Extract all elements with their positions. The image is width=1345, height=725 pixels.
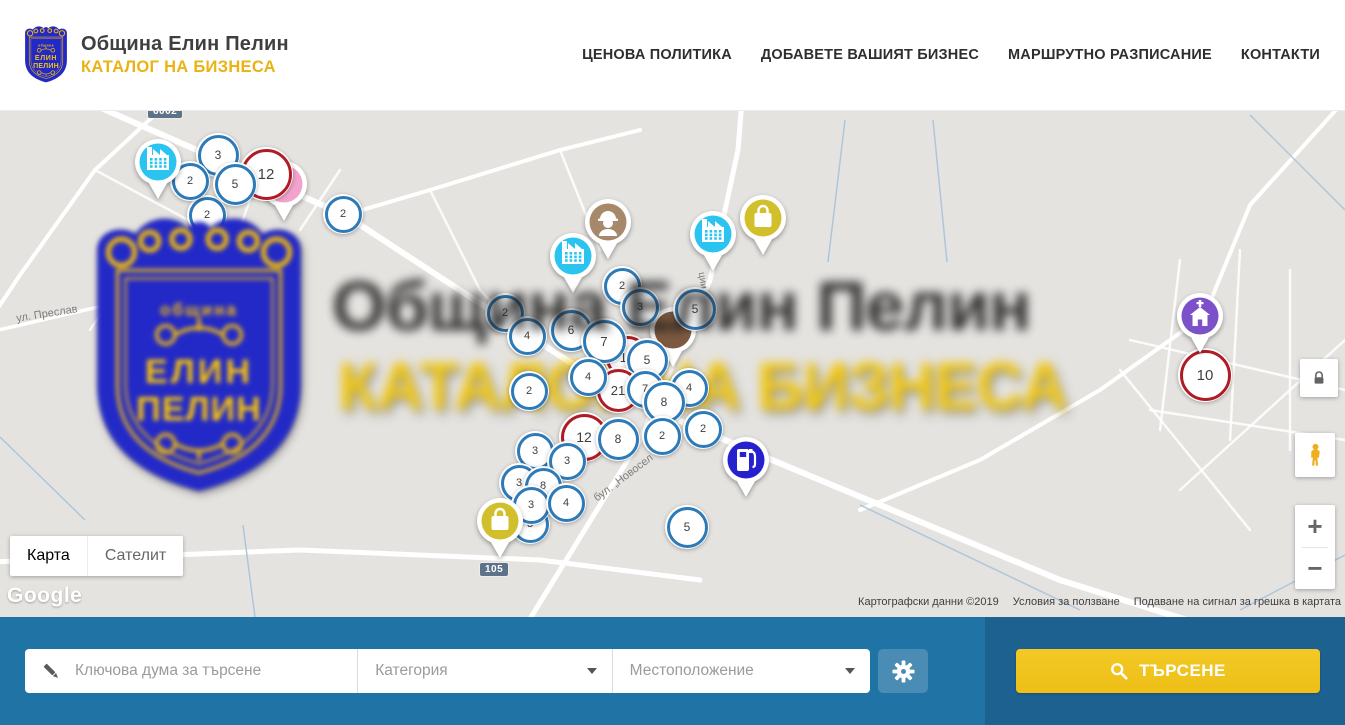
nav-item-contacts[interactable]: КОНТАКТИ xyxy=(1241,47,1320,63)
search-button-label: ТЪРСЕНЕ xyxy=(1139,661,1226,681)
lock-icon xyxy=(1311,370,1327,386)
shopping-bag-pin[interactable] xyxy=(475,496,525,565)
map-attribution: Картографски данни ©2019 Условия за полз… xyxy=(858,596,1341,608)
map-canvas[interactable]: ул. Преслав бул. „Новосел ции 6002 105 К… xyxy=(0,110,1345,617)
pencil-icon xyxy=(42,662,61,681)
cluster-marker[interactable]: 8 xyxy=(596,417,640,461)
cluster-marker[interactable]: 4 xyxy=(568,357,608,397)
header: Община Елин Пелин КАТАЛОГ НА БИЗНЕСА ЦЕН… xyxy=(0,0,1345,111)
location-select[interactable]: Местоположение xyxy=(612,649,870,693)
factory-pin[interactable] xyxy=(133,137,183,206)
category-select-label: Категория xyxy=(375,662,447,680)
chevron-down-icon xyxy=(587,668,597,674)
cluster-marker[interactable]: 5 xyxy=(213,162,257,206)
shopping-bag-pin[interactable] xyxy=(738,193,788,262)
cluster-marker[interactable]: 2 xyxy=(509,371,549,411)
municipality-emblem-icon xyxy=(22,25,70,84)
nav-item-add-business[interactable]: ДОБАВЕТЕ ВАШИЯТ БИЗНЕС xyxy=(761,47,979,63)
attribution-report-link[interactable]: Подаване на сигнал за грешка в картата xyxy=(1134,596,1341,608)
keyword-section xyxy=(25,649,357,693)
cluster-marker[interactable]: 2 xyxy=(683,409,723,449)
site-logo[interactable]: Община Елин Пелин КАТАЛОГ НА БИЗНЕСА xyxy=(22,25,289,84)
watermark-emblem xyxy=(83,212,315,499)
main-nav: ЦЕНОВА ПОЛИТИКА ДОБАВЕТЕ ВАШИЯТ БИЗНЕС М… xyxy=(582,0,1320,110)
nav-item-pricing[interactable]: ЦЕНОВА ПОЛИТИКА xyxy=(582,47,732,63)
church-pin[interactable] xyxy=(1175,291,1225,360)
lock-button[interactable] xyxy=(1300,359,1338,397)
map-type-control: Карта Сателит xyxy=(10,536,183,576)
chevron-down-icon xyxy=(845,668,855,674)
keyword-search-input[interactable] xyxy=(73,661,349,681)
advanced-settings-button[interactable] xyxy=(878,649,928,693)
map-type-satellite-button[interactable]: Сателит xyxy=(87,536,183,576)
cluster-marker[interactable]: 2 xyxy=(323,194,363,234)
map-type-map-button[interactable]: Карта xyxy=(10,536,87,576)
watermark-title: Община Елин Пелин xyxy=(332,266,1030,346)
cluster-marker[interactable]: 5 xyxy=(665,505,709,549)
gear-icon xyxy=(892,660,915,683)
nav-item-route-schedule[interactable]: МАРШРУТНО РАЗПИСАНИЕ xyxy=(1008,47,1212,63)
pegman-icon xyxy=(1307,443,1324,467)
fuel-pump-pin[interactable] xyxy=(721,435,771,504)
zoom-in-button[interactable]: + xyxy=(1295,506,1335,547)
cluster-marker[interactable]: 2 xyxy=(642,416,682,456)
search-button[interactable]: ТЪРСЕНЕ xyxy=(1016,649,1320,693)
site-subtitle: КАТАЛОГ НА БИЗНЕСА xyxy=(81,58,289,77)
site-title: Община Елин Пелин xyxy=(81,33,289,56)
google-logo[interactable]: Google xyxy=(7,584,82,608)
street-view-pegman-button[interactable] xyxy=(1295,433,1335,477)
location-select-label: Местоположение xyxy=(630,662,754,680)
attribution-copyright: Картографски данни ©2019 xyxy=(858,596,999,608)
search-bar: Категория Местоположение xyxy=(0,617,1345,725)
cluster-marker[interactable]: 4 xyxy=(546,483,586,523)
zoom-out-button[interactable]: − xyxy=(1295,548,1335,589)
category-select[interactable]: Категория xyxy=(357,649,611,693)
zoom-control: + − xyxy=(1295,505,1335,589)
search-box: Категория Местоположение xyxy=(25,649,870,693)
search-icon xyxy=(1110,662,1128,680)
attribution-terms-link[interactable]: Условия за ползване xyxy=(1013,596,1120,608)
